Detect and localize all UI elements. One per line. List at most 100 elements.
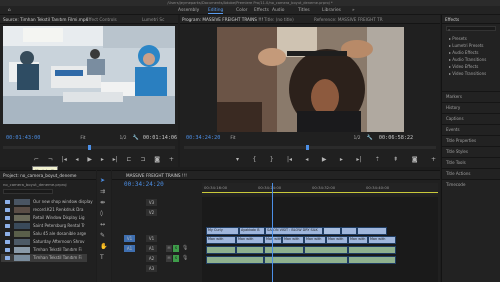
audio-clip[interactable]	[264, 246, 304, 254]
add-marker-icon[interactable]: ▾	[236, 156, 239, 163]
razor-tool-icon[interactable]: ◊	[100, 210, 103, 217]
source-fit-select[interactable]: Fit	[80, 136, 85, 141]
program-add-button-icon[interactable]: +	[431, 156, 436, 163]
track-label-a1[interactable]: A1	[146, 245, 157, 252]
go-to-out-icon[interactable]: ▸|	[113, 156, 118, 163]
overwrite-icon[interactable]: ⊐	[140, 156, 145, 163]
tab-project[interactable]: Project: no_camera_boyut_deneme	[3, 171, 77, 179]
slip-tool-icon[interactable]: ↔	[100, 221, 105, 228]
list-item[interactable]: Salu 45 ale dosanible arge	[1, 230, 87, 238]
source-settings-icon[interactable]: 🔧	[133, 135, 139, 141]
workspace-editing[interactable]: Editing	[208, 6, 224, 15]
selection-tool-icon[interactable]: ➤	[100, 177, 105, 184]
video-clip[interactable]: My Curly	[206, 227, 239, 235]
list-item[interactable]: Our new shop window display	[1, 198, 93, 206]
workspace-assembly[interactable]: Assembly	[178, 6, 199, 15]
audio-clip[interactable]	[304, 246, 348, 254]
program-scrubber[interactable]	[184, 145, 436, 150]
track-select-tool-icon[interactable]: ⇉	[100, 188, 105, 195]
timeline-ruler[interactable]: 00:34:16:00 00:34:24:00 00:34:32:00 00:3…	[202, 183, 438, 195]
source-patch-v1[interactable]: V1	[124, 235, 135, 242]
program-go-to-in-icon[interactable]: |◂	[287, 156, 292, 163]
program-fit-select[interactable]: Fit	[230, 136, 235, 141]
source-playhead[interactable]	[88, 145, 91, 150]
microphone-icon[interactable]: 🎙	[182, 255, 188, 261]
program-step-back-icon[interactable]: ◂	[305, 156, 308, 163]
source-scale-select[interactable]: 1/2	[120, 136, 127, 141]
source-timecode-in[interactable]: 00:01:43:00	[6, 135, 40, 141]
workspace-color[interactable]: Color	[236, 6, 247, 15]
tab-reference[interactable]: Reference: MASSIVE FREIGHT TR	[314, 15, 383, 23]
section-title-tools[interactable]: Title Tools	[446, 160, 466, 165]
workspace-audio[interactable]: Audio	[272, 6, 284, 15]
export-frame-icon[interactable]: ◙	[154, 156, 160, 163]
video-clip[interactable]: Man with	[282, 236, 304, 244]
source-scrubber[interactable]	[3, 145, 175, 150]
section-title-styles[interactable]: Title Styles	[446, 149, 468, 154]
video-clip[interactable]: Man with	[264, 236, 282, 244]
insert-icon[interactable]: ⊏	[127, 156, 132, 163]
program-video-frame[interactable]	[217, 27, 404, 132]
work-area-bar[interactable]	[202, 192, 438, 194]
mute-a1-button[interactable]: M	[166, 245, 172, 252]
microphone-icon[interactable]: 🎙	[182, 245, 188, 251]
effects-item-presets[interactable]: ▸ Presets	[449, 36, 467, 41]
track-label-a2[interactable]: A2	[146, 255, 157, 262]
section-captions[interactable]: Captions	[446, 116, 464, 121]
video-clip[interactable]: Man with	[304, 236, 326, 244]
section-history[interactable]: History	[446, 105, 460, 110]
timeline-timecode[interactable]: 00:34:24:20	[124, 181, 164, 188]
audio-clip[interactable]	[206, 246, 236, 254]
effects-panel-title[interactable]: Effects	[445, 15, 459, 23]
audio-clip[interactable]	[264, 256, 348, 264]
program-play-icon[interactable]: ▶	[322, 156, 327, 163]
audio-clip[interactable]	[236, 246, 264, 254]
add-button-icon[interactable]: +	[169, 156, 174, 163]
hand-tool-icon[interactable]: ✋	[100, 243, 107, 250]
type-tool-icon[interactable]: T	[100, 254, 104, 261]
go-to-in-icon[interactable]: |◂	[62, 156, 67, 163]
play-icon[interactable]: ▶	[87, 156, 92, 163]
effects-item-lumetri-presets[interactable]: ▸ Lumetri Presets	[449, 43, 483, 48]
effects-search-input[interactable]: ⌕	[446, 26, 496, 32]
video-clip[interactable]: Man with	[368, 236, 396, 244]
extract-icon[interactable]: ⇞	[393, 156, 398, 163]
tab-source[interactable]: Source: Timhan Tekstil Tanıtım Filmi.mp4	[3, 15, 88, 23]
video-clip[interactable]	[323, 227, 341, 235]
list-item[interactable]: Saint Petersburg Rental Tr	[1, 222, 87, 230]
track-label-v2[interactable]: V2	[146, 209, 157, 216]
effects-item-video-transitions[interactable]: ▸ Video Transitions	[449, 71, 486, 76]
effects-item-video-effects[interactable]: ▸ Video Effects	[449, 64, 478, 69]
program-mark-out-icon[interactable]: }	[270, 156, 274, 163]
track-label-v1[interactable]: V1	[146, 235, 157, 242]
project-search-input[interactable]	[3, 189, 53, 194]
workspace-libraries[interactable]: Libraries	[322, 6, 341, 15]
program-go-to-out-icon[interactable]: ▸|	[356, 156, 361, 163]
ripple-edit-tool-icon[interactable]: ⇹	[100, 199, 105, 206]
source-video-frame[interactable]	[3, 26, 175, 124]
effects-item-audio-transitions[interactable]: ▸ Audio Transitions	[449, 57, 486, 62]
mute-a2-button[interactable]: M	[166, 255, 172, 262]
tab-sequence[interactable]: MASSIVE FREIGHT TRAINS !!!	[126, 171, 187, 179]
track-label-v3[interactable]: V3	[146, 199, 157, 206]
program-timecode-in[interactable]: 00:34:24:20	[186, 135, 220, 141]
audio-clip[interactable]	[348, 246, 396, 254]
lift-icon[interactable]: ⇡	[375, 156, 380, 163]
program-step-forward-icon[interactable]: ▸	[340, 156, 343, 163]
video-clip[interactable]	[357, 227, 387, 235]
step-back-icon[interactable]: ◂	[76, 156, 79, 163]
section-markers[interactable]: Markers	[446, 94, 462, 99]
audio-clip[interactable]	[348, 256, 396, 264]
mark-out-icon[interactable]: ¬	[48, 156, 53, 163]
program-mark-in-icon[interactable]: {	[252, 156, 256, 163]
video-clip[interactable]: Man with	[348, 236, 368, 244]
video-clip[interactable]	[341, 227, 357, 235]
section-title-properties[interactable]: Title Properties	[446, 138, 476, 143]
section-timecode[interactable]: Timecode	[446, 182, 465, 187]
list-item-selected[interactable]: Timhan Tekstil Tanıtım Fi	[1, 254, 87, 262]
step-forward-icon[interactable]: ▸	[101, 156, 104, 163]
mark-in-icon[interactable]: ⌐	[34, 156, 39, 163]
audio-clip[interactable]	[206, 256, 264, 264]
list-item[interactable]: Saturday Afternoon Shrov	[1, 238, 87, 246]
program-scale-select[interactable]: 1/2	[354, 136, 361, 141]
